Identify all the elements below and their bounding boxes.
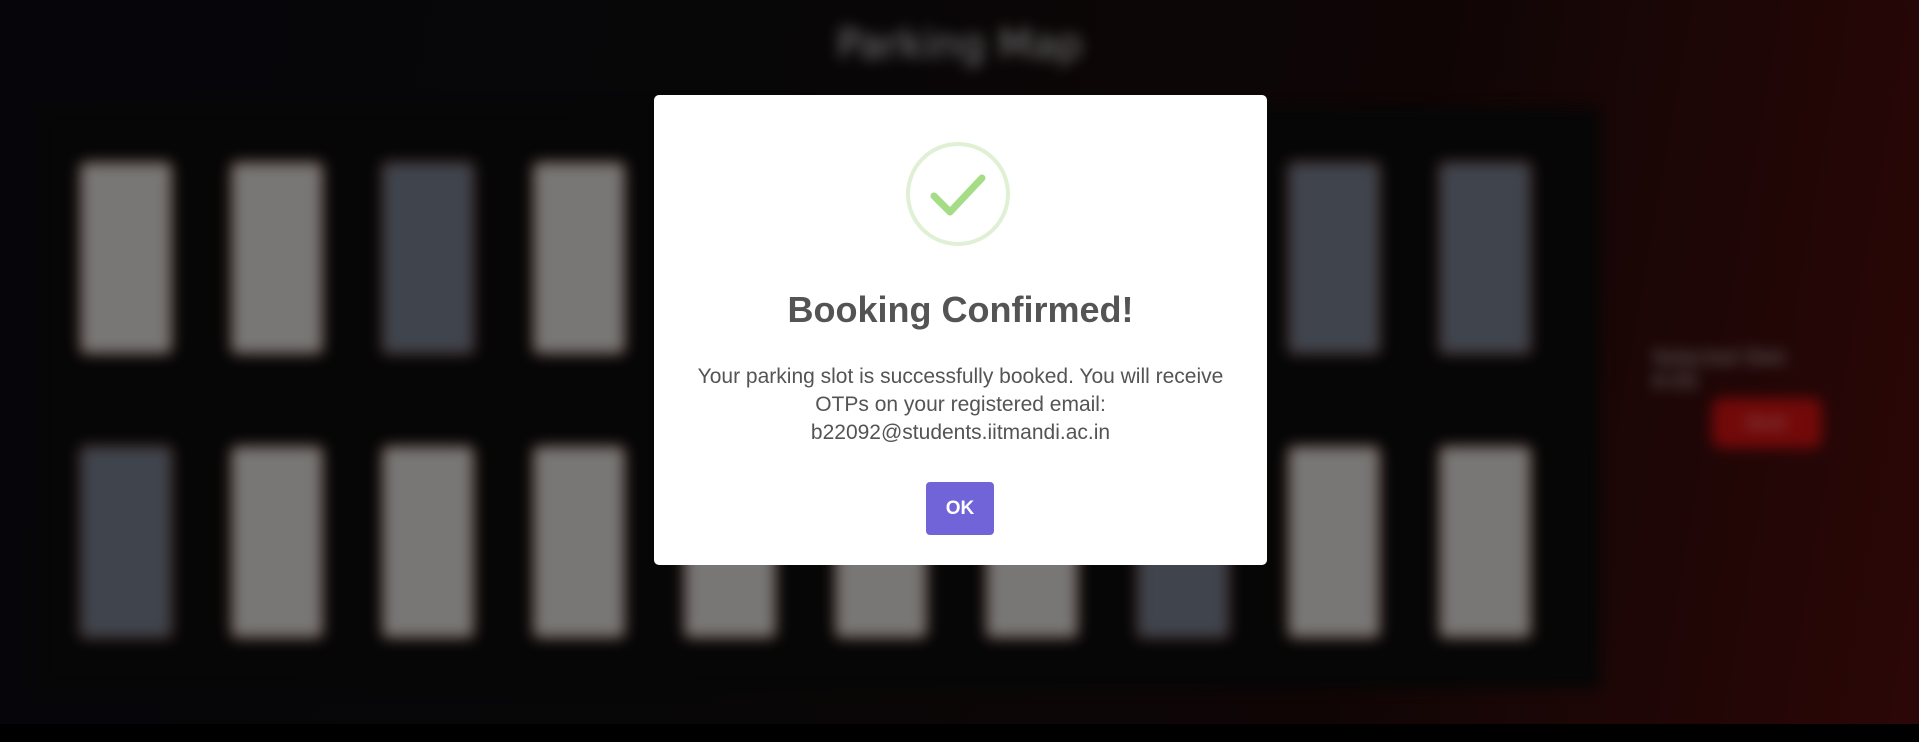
dialog-message: Your parking slot is successfully booked… [697,365,1224,444]
success-checkmark-icon [906,142,1010,246]
dialog-title: Booking Confirmed! [787,289,1134,330]
bottom-bar [0,724,1919,742]
booking-confirmed-dialog: Booking Confirmed! Your parking slot is … [654,95,1267,565]
ok-button[interactable]: OK [926,482,994,535]
